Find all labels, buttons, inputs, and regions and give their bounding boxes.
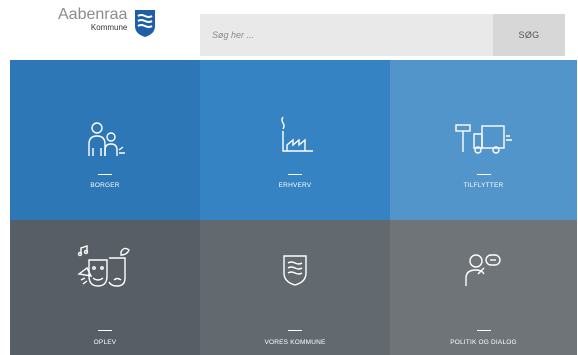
tile-vores-kommune[interactable]: VORES KOMMUNE xyxy=(200,220,390,355)
logo-name: Aabenraa xyxy=(58,6,128,23)
tile-label: OPLEV xyxy=(93,339,117,346)
tile-label: POLITIK OG DIALOG xyxy=(450,339,517,346)
tile-politik-og-dialog[interactable]: POLITIK OG DIALOG xyxy=(390,220,577,355)
logo-sub: Kommune xyxy=(90,23,128,32)
tile-label: BORGER xyxy=(90,182,120,189)
tile-erhverv[interactable]: ERHVERV xyxy=(200,60,390,220)
tile-label: VORES KOMMUNE xyxy=(264,339,326,346)
tile-divider xyxy=(476,174,491,175)
tile-divider xyxy=(98,174,112,175)
moving-truck-icon xyxy=(454,124,512,154)
factory-icon xyxy=(281,116,313,152)
tile-tilflytter[interactable]: TILFLYTTER xyxy=(390,60,577,220)
culture-masks-icon xyxy=(77,245,130,287)
speaker-dialog-icon xyxy=(464,254,501,286)
tile-divider xyxy=(288,174,302,175)
search-bar: SØG xyxy=(200,14,565,56)
tile-borger[interactable]: BORGER xyxy=(10,60,200,220)
tile-divider xyxy=(476,330,491,331)
site-logo[interactable]: Aabenraa Kommune xyxy=(58,6,168,44)
tile-divider xyxy=(98,330,112,331)
shield-icon xyxy=(135,10,156,37)
logo-text: Aabenraa Kommune xyxy=(58,6,127,32)
citizens-icon xyxy=(88,122,125,156)
search-button[interactable]: SØG xyxy=(493,14,565,56)
navigation-tiles: BORGER ERHVERV TILFLYTTER OPLEV VORES KO… xyxy=(10,60,577,355)
municipality-shield-icon xyxy=(283,255,307,286)
tile-divider xyxy=(288,330,302,331)
tile-label: ERHVERV xyxy=(278,182,312,189)
search-input[interactable] xyxy=(200,14,493,56)
site-header: Aabenraa Kommune SØG xyxy=(0,0,578,60)
tile-label: TILFLYTTER xyxy=(463,182,504,189)
tile-oplev[interactable]: OPLEV xyxy=(10,220,200,355)
